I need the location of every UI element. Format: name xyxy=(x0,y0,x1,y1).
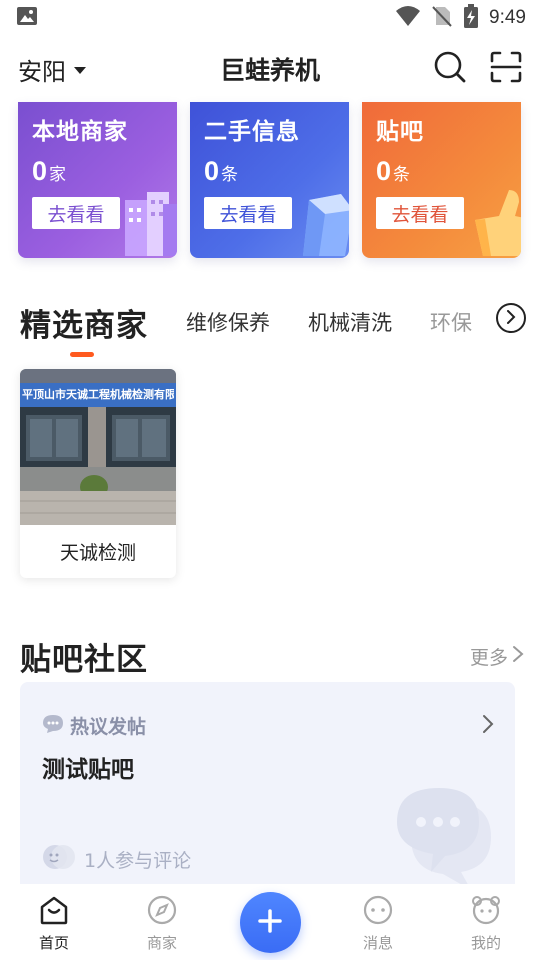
message-icon xyxy=(362,895,394,929)
profile-icon xyxy=(469,895,503,929)
nav-label: 消息 xyxy=(362,934,393,952)
nav-messages[interactable]: 消息 xyxy=(324,884,432,960)
go-see-button[interactable]: 去看看 xyxy=(204,197,292,229)
tab-featured-merchants[interactable]: 精选商家 xyxy=(20,300,148,357)
tab-repair-maintenance[interactable]: 维修保养 xyxy=(186,307,270,337)
more-link[interactable]: 更多 xyxy=(470,643,524,670)
category-card-second-hand[interactable]: 二手信息 0 条 去看看 xyxy=(190,102,349,258)
chat-bubble-icon xyxy=(42,714,64,738)
buildings-icon xyxy=(119,186,177,258)
participants-row: 1人参与评论 xyxy=(42,844,191,875)
hot-topic-row: 热议发帖 xyxy=(42,712,495,739)
nav-label: 我的 xyxy=(470,934,501,952)
section-title: 贴吧社区 xyxy=(20,641,148,678)
tabs-more-button[interactable] xyxy=(496,303,526,333)
count-unit: 条 xyxy=(393,165,411,185)
chat-bubbles-decoration-icon xyxy=(391,782,501,892)
scan-button[interactable] xyxy=(488,51,524,87)
avatar-icon xyxy=(42,844,76,875)
hot-topic-label: 热议发帖 xyxy=(70,716,147,738)
merchant-sign-text: 平顶山市天诚工程机械检测有限公司 xyxy=(22,388,174,401)
category-card-forum[interactable]: 贴吧 0 条 去看看 xyxy=(362,102,521,258)
chevron-right-icon xyxy=(504,309,518,328)
category-cards: 本地商家 0 家 去看看 二手信息 0 条 去看看 贴吧 0 条 去看看 xyxy=(18,102,523,258)
count-unit: 条 xyxy=(221,165,239,185)
search-icon xyxy=(433,50,467,88)
crystal-icon xyxy=(295,190,349,258)
community-header: 贴吧社区 更多 xyxy=(20,632,524,680)
count-value: 0 xyxy=(376,156,392,186)
city-selector[interactable]: 安阳 xyxy=(18,52,86,87)
wifi-icon xyxy=(395,5,421,31)
app-header: 安阳 巨蛙养机 xyxy=(0,36,540,102)
image-notification-icon xyxy=(16,5,38,31)
merchant-name: 天诚检测 xyxy=(59,542,136,564)
count-value: 0 xyxy=(32,156,48,186)
count-unit: 家 xyxy=(49,165,67,185)
forum-post-card[interactable]: 热议发帖 测试贴吧 1人参与评论 xyxy=(20,682,515,892)
post-title: 测试贴吧 xyxy=(42,757,134,783)
nav-create xyxy=(216,884,324,953)
nav-label: 首页 xyxy=(38,934,69,952)
card-count: 0 条 xyxy=(204,156,349,187)
chevron-right-icon xyxy=(512,645,524,668)
card-title: 贴吧 xyxy=(376,119,424,145)
plus-icon xyxy=(257,908,283,938)
chevron-right-icon xyxy=(481,714,495,738)
search-button[interactable] xyxy=(432,51,468,87)
category-card-local-merchants[interactable]: 本地商家 0 家 去看看 xyxy=(18,102,177,258)
card-count: 0 条 xyxy=(376,156,521,187)
status-bar: 9:49 xyxy=(0,0,540,36)
merchant-photo: 平顶山市天诚工程机械检测有限公司 xyxy=(20,369,176,525)
tab-label: 精选商家 xyxy=(20,307,148,344)
nav-home[interactable]: 首页 xyxy=(0,884,108,960)
active-tab-indicator xyxy=(70,351,94,357)
city-label: 安阳 xyxy=(18,57,66,86)
nav-label: 商家 xyxy=(146,934,177,952)
more-label: 更多 xyxy=(469,646,508,669)
home-icon xyxy=(38,895,70,929)
card-title: 本地商家 xyxy=(32,119,128,145)
nav-merchants[interactable]: 商家 xyxy=(108,884,216,960)
tab-machine-cleaning[interactable]: 机械清洗 xyxy=(308,307,392,337)
card-title: 二手信息 xyxy=(204,119,300,145)
compass-icon xyxy=(146,895,178,929)
scan-icon xyxy=(490,51,522,87)
nav-profile[interactable]: 我的 xyxy=(432,884,540,960)
create-post-button[interactable] xyxy=(239,892,301,953)
participants-text: 1人参与评论 xyxy=(84,850,192,872)
merchant-category-tabs: 精选商家 维修保养 机械清洗 环保 xyxy=(20,294,530,357)
thumbs-up-icon xyxy=(469,186,521,258)
go-see-button[interactable]: 去看看 xyxy=(376,197,464,229)
count-value: 0 xyxy=(204,156,220,186)
battery-charging-icon xyxy=(463,4,479,32)
clock-time: 9:49 xyxy=(489,7,526,28)
bottom-navigation: 首页 商家 消息 我的 xyxy=(0,884,540,960)
merchant-card[interactable]: 平顶山市天诚工程机械检测有限公司 天诚检测 xyxy=(20,369,176,578)
card-count: 0 家 xyxy=(32,156,177,187)
tab-environmental[interactable]: 环保 xyxy=(430,307,472,337)
caret-down-icon xyxy=(74,66,86,74)
go-see-button[interactable]: 去看看 xyxy=(32,197,120,229)
no-sim-icon xyxy=(431,5,453,31)
